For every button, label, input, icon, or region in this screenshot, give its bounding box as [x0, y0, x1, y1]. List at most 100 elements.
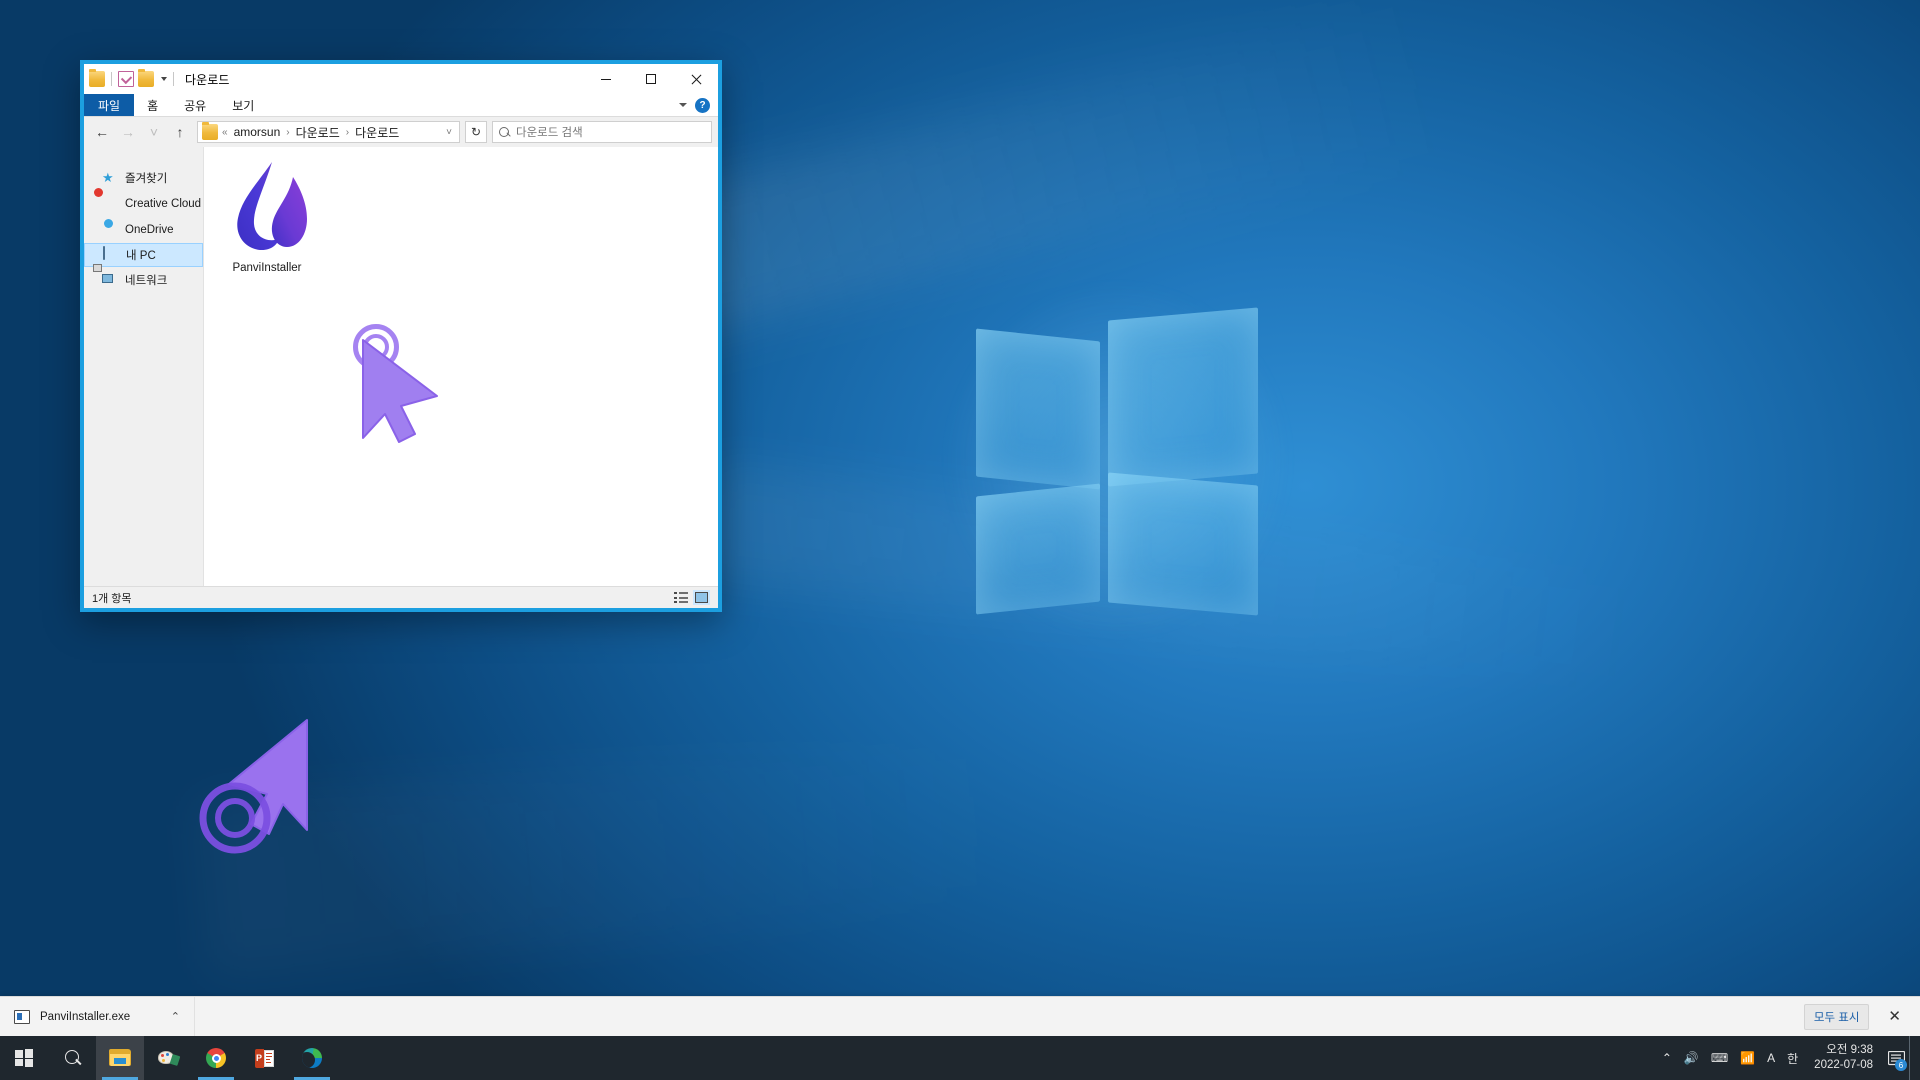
tab-file[interactable]: 파일 [84, 94, 135, 116]
sidebar-item-favorites[interactable]: ★ 즐겨찾기 [84, 165, 203, 191]
search-icon [64, 1049, 81, 1067]
paint-3d-button[interactable] [144, 1036, 192, 1080]
chevron-up-icon[interactable]: ⌃ [171, 1010, 180, 1023]
tab-view[interactable]: 보기 [219, 94, 267, 116]
file-list-pane[interactable]: PanviInstaller [204, 147, 718, 586]
sidebar-item-label: 즐겨찾기 [125, 173, 168, 185]
address-dropdown-icon[interactable]: ˅ [445, 127, 453, 138]
chrome-button[interactable] [192, 1036, 240, 1080]
cursor-click-indicator [339, 310, 438, 443]
star-icon: ★ [102, 170, 114, 185]
navigation-pane[interactable]: ★ 즐겨찾기 Creative Cloud File OneDrive 내 PC [84, 147, 223, 586]
this-pc-icon [103, 246, 119, 263]
panvi-flame-icon [215, 155, 319, 259]
status-bar: 1개 항목 [84, 586, 718, 608]
minimize-button[interactable] [583, 64, 628, 94]
start-button[interactable] [0, 1036, 48, 1080]
wallpaper-windows-logo [928, 265, 1308, 655]
desktop-cursor-indicator [195, 718, 495, 868]
clock-time: 오전 9:38 [1826, 1044, 1873, 1056]
breadcrumb-item-user[interactable]: amorsun [232, 125, 283, 139]
up-button[interactable]: ↑ [168, 120, 192, 144]
powerpoint-button[interactable]: P [240, 1036, 288, 1080]
chrome-icon [206, 1048, 226, 1068]
creative-cloud-icon [102, 196, 118, 212]
details-view-button[interactable] [672, 590, 689, 605]
chevron-down-icon[interactable] [161, 77, 167, 81]
download-notification-bar[interactable]: PanviInstaller.exe ⌃ 모두 표시 ✕ [0, 996, 1920, 1037]
ribbon-tab-bar[interactable]: 파일 홈 공유 보기 ? [84, 94, 718, 117]
search-box[interactable]: 다운로드 검색 [492, 121, 712, 143]
executable-file-icon [14, 1009, 30, 1024]
keyboard-icon[interactable]: ⌨ [1705, 1036, 1734, 1080]
help-icon[interactable]: ? [695, 97, 710, 113]
onedrive-cloud-icon [102, 222, 118, 238]
action-center-button[interactable]: 6 [1883, 1036, 1909, 1080]
paint-palette-icon [157, 1049, 180, 1067]
list-item[interactable]: PanviInstaller [208, 151, 326, 279]
address-bar[interactable]: « amorsun › 다운로드 › 다운로드 ˅ [197, 121, 460, 143]
download-item[interactable]: PanviInstaller.exe ⌃ [0, 996, 195, 1037]
search-button[interactable] [48, 1036, 96, 1080]
large-icons-view-button[interactable] [693, 590, 710, 605]
ime-korean-icon[interactable]: 한 [1781, 1036, 1804, 1080]
powerpoint-icon: P [254, 1048, 274, 1068]
wifi-icon[interactable]: 📶 [1734, 1036, 1761, 1080]
tab-share[interactable]: 공유 [171, 94, 219, 116]
window-body: ★ 즐겨찾기 Creative Cloud File OneDrive 내 PC [84, 147, 718, 586]
view-mode-buttons[interactable] [672, 590, 710, 605]
back-button[interactable]: ← [90, 120, 114, 144]
breadcrumb-separator: › [345, 126, 350, 138]
title-bar[interactable]: 다운로드 [84, 64, 718, 94]
tab-home[interactable]: 홈 [134, 94, 171, 116]
forward-button: → [121, 124, 135, 140]
volume-icon[interactable]: 🔊 [1678, 1036, 1705, 1080]
sidebar-item-label: OneDrive [125, 224, 174, 236]
wallpaper-streak [193, 721, 1107, 979]
folder-icon[interactable] [89, 69, 105, 87]
download-filename: PanviInstaller.exe [40, 1010, 131, 1023]
sidebar-item-label: 네트워크 [125, 275, 168, 287]
address-folder-icon [202, 122, 218, 140]
close-download-bar-button[interactable]: ✕ [1883, 1007, 1906, 1026]
file-explorer-button[interactable] [96, 1036, 144, 1080]
close-button[interactable] [673, 64, 718, 94]
system-tray[interactable]: ⌃ 🔊 ⌨ 📶 A 한 오전 9:38 2022-07-08 6 [1656, 1036, 1920, 1080]
search-placeholder: 다운로드 검색 [516, 127, 583, 139]
item-count-label: 1개 항목 [92, 592, 132, 605]
divider [111, 72, 112, 86]
folder-icon [109, 1049, 131, 1067]
notification-count-badge: 6 [1895, 1059, 1907, 1071]
ime-language-icon[interactable]: A [1761, 1036, 1781, 1080]
breadcrumb-separator: › [286, 126, 290, 138]
desktop[interactable]: 다운로드 파일 홈 공유 보기 ? ← → ˅ ↑ « amorsun › 다운… [0, 0, 1920, 1080]
maximize-button[interactable] [628, 64, 673, 94]
sidebar-item-onedrive[interactable]: OneDrive [84, 217, 203, 243]
sidebar-item-network[interactable]: 네트워크 [84, 267, 203, 293]
tray-overflow-icon[interactable]: ⌃ [1656, 1036, 1678, 1080]
refresh-button[interactable]: ↻ [465, 121, 487, 143]
new-folder-icon[interactable] [138, 69, 154, 87]
show-all-downloads-button[interactable]: 모두 표시 [1803, 1003, 1870, 1030]
breadcrumb-prefix: « [222, 126, 228, 138]
edge-icon [302, 1048, 322, 1068]
expand-ribbon-icon[interactable] [679, 103, 687, 107]
breadcrumb-item-downloads-2[interactable]: 다운로드 [353, 124, 401, 141]
sidebar-item-label: 내 PC [126, 250, 156, 262]
taskbar[interactable]: P ⌃ 🔊 ⌨ 📶 A 한 오전 9:38 2022-07-08 6 [0, 1036, 1920, 1080]
breadcrumb-item-downloads[interactable]: 다운로드 [294, 124, 342, 141]
file-explorer-window[interactable]: 다운로드 파일 홈 공유 보기 ? ← → ˅ ↑ « amorsun › 다운… [80, 60, 722, 612]
recent-locations-button[interactable]: ˅ [142, 120, 166, 144]
properties-icon[interactable] [118, 71, 134, 87]
edge-button[interactable] [288, 1036, 336, 1080]
search-icon [499, 126, 510, 138]
navigation-bar[interactable]: ← → ˅ ↑ « amorsun › 다운로드 › 다운로드 ˅ ↻ 다운로드… [84, 117, 718, 147]
divider [173, 72, 174, 86]
sidebar-item-creative-cloud[interactable]: Creative Cloud File [84, 191, 223, 217]
quick-access-toolbar[interactable] [89, 64, 176, 94]
clock[interactable]: 오전 9:38 2022-07-08 [1804, 1036, 1883, 1080]
show-desktop-button[interactable] [1909, 1036, 1916, 1080]
clock-date: 2022-07-08 [1814, 1059, 1873, 1071]
window-title: 다운로드 [185, 72, 230, 87]
window-controls[interactable] [583, 64, 718, 94]
